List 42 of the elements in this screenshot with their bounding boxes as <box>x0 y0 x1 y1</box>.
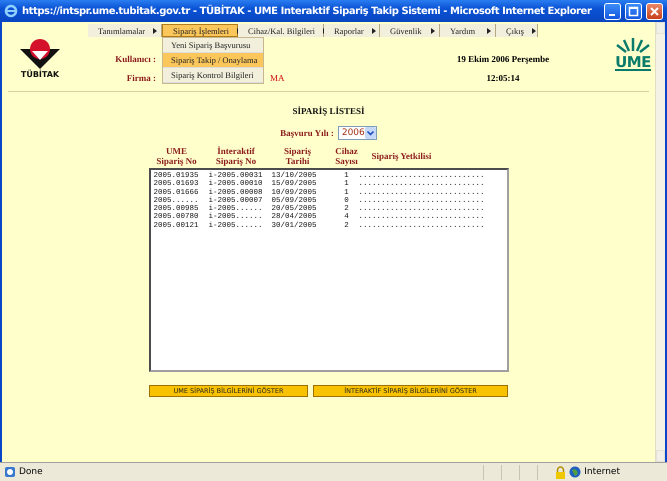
menu-item[interactable]: Raporlar <box>324 24 380 37</box>
scrollbar[interactable] <box>655 22 665 462</box>
close-button[interactable] <box>646 2 663 20</box>
arrow-icon <box>372 28 376 34</box>
year-select[interactable]: 2006 <box>338 126 377 140</box>
tubitak-logo-icon <box>18 39 62 69</box>
menu-item[interactable]: Cihaz/Kal. Bilgileri <box>238 24 324 37</box>
menu-item[interactable]: Sipariş İşlemleri <box>162 24 238 37</box>
user-label: Kullanıcı : <box>114 54 156 64</box>
arrow-icon <box>487 28 491 34</box>
ume-logo-text: UME <box>615 55 651 71</box>
menu-item[interactable]: Çıkış <box>496 24 538 37</box>
globe-icon <box>569 466 582 478</box>
submenu-item[interactable]: Sipariş Takip / Onaylama <box>163 53 264 68</box>
page-icon <box>4 466 16 478</box>
list-title: SİPARİŞ LİSTESİ <box>292 106 365 116</box>
firm-label: Firma : <box>126 73 156 83</box>
browser-icon <box>4 4 18 18</box>
column-header: UME Sipariş No <box>155 146 198 166</box>
order-listbox[interactable] <box>148 168 508 372</box>
column-header: Sipariş Yetkilisi <box>370 151 432 161</box>
column-header: Sipariş Tarihi <box>282 146 312 166</box>
time-text: 12:05:14 <box>486 73 520 83</box>
column-header: İnteraktif Sipariş No <box>214 146 258 166</box>
year-label: Başvuru Yılı : <box>280 128 334 138</box>
minimize-button[interactable] <box>604 2 621 20</box>
arrow-icon <box>153 28 158 34</box>
zone-text: Internet <box>584 467 620 477</box>
lock-icon <box>555 466 566 478</box>
date-text: 19 Ekim 2006 Perşembe <box>456 54 550 64</box>
menu-item[interactable]: Yardım <box>440 24 496 37</box>
window-title: https://intspr.ume.tubitak.gov.tr - TÜBİTAK - UME Interaktif Sipariş Takip Sistemi - Microsoft Internet Explorer <box>22 6 593 16</box>
column-header: Cihaz Sayısı <box>334 146 359 166</box>
arrow-icon <box>532 28 536 34</box>
status-text: Done <box>19 467 43 477</box>
menu-item[interactable]: Güvenlik <box>380 24 440 37</box>
menu-item[interactable]: Tanımlamalar <box>88 24 162 37</box>
firm-value: MA <box>270 73 285 83</box>
maximize-button[interactable] <box>625 2 642 20</box>
arrow-icon <box>431 28 435 34</box>
submenu-item[interactable]: Sipariş Kontrol Bilgileri <box>163 68 264 83</box>
logo-text: TÜBİTAK <box>20 70 60 79</box>
